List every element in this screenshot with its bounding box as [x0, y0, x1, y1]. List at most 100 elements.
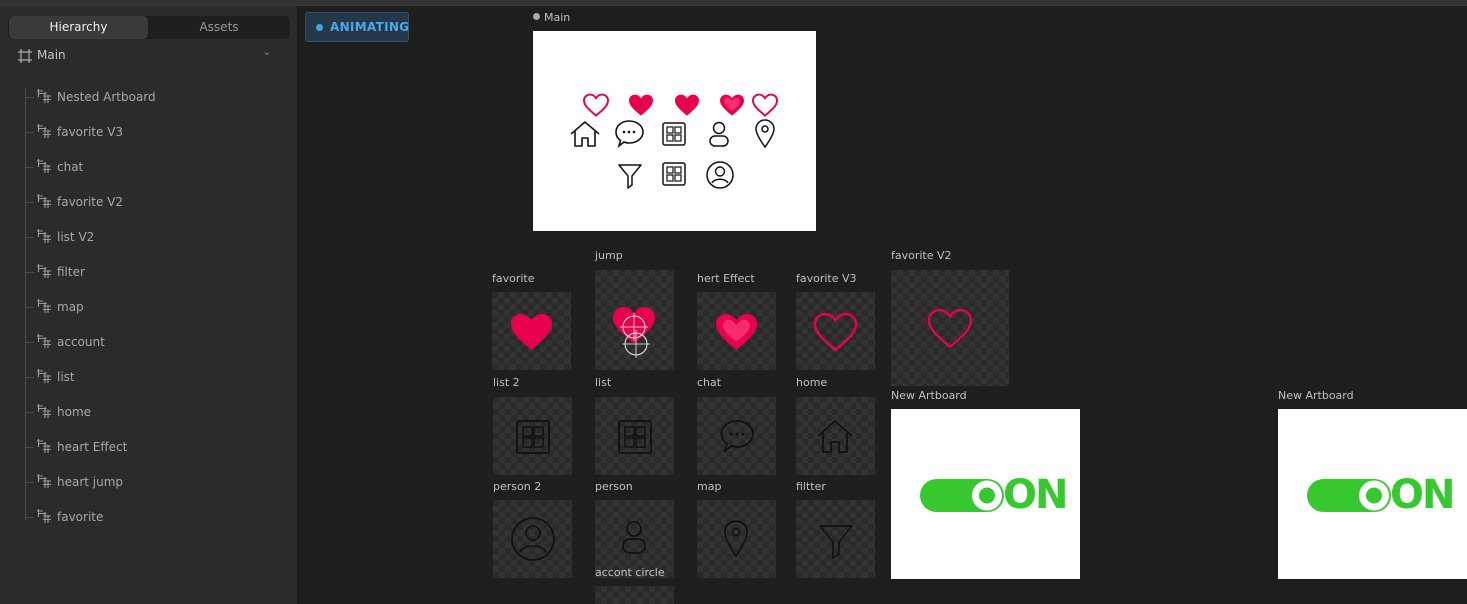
artboard-favorite[interactable]: [492, 292, 571, 370]
tree-item[interactable]: favorite V2: [25, 193, 275, 211]
nested-artboard-icon: [36, 368, 52, 384]
tree-item-label: chat: [57, 160, 84, 174]
animating-button[interactable]: ANIMATING: [305, 12, 409, 42]
chat-icon: [615, 120, 644, 149]
artboard-chat[interactable]: [697, 397, 776, 475]
nested-artboard-icon: [36, 438, 52, 454]
heart-filled-icon: [511, 314, 552, 350]
tree-item-label: Nested Artboard: [57, 90, 156, 104]
tree-item[interactable]: account: [25, 333, 275, 351]
heart-filled-icon: [629, 94, 653, 116]
tree-item[interactable]: heart jump: [25, 473, 275, 491]
tree-connector: [25, 97, 34, 98]
tree-item[interactable]: list V2: [25, 228, 275, 246]
tab-hierarchy[interactable]: Hierarchy: [9, 16, 148, 39]
nested-artboard-icon: [36, 508, 52, 524]
tree-item[interactable]: home: [25, 403, 275, 421]
artboard-label-list-2[interactable]: list 2: [493, 376, 520, 389]
tree-connector: [25, 517, 34, 518]
tree-item-label: heart jump: [57, 475, 124, 489]
artboard-label-jump[interactable]: jump: [595, 249, 623, 262]
tree-item[interactable]: favorite: [25, 508, 275, 526]
status-dot-icon: [316, 24, 323, 31]
artboard-main[interactable]: [533, 31, 816, 231]
tree-connector: [25, 237, 34, 238]
heart-outline-icon: [927, 308, 973, 349]
nested-artboard-icon: [36, 193, 52, 209]
artboard-new-artboard[interactable]: ON: [891, 409, 1080, 579]
artboard-label-new-artboard-2[interactable]: New Artboard: [1278, 389, 1354, 402]
heart-effect-icon: [716, 314, 757, 350]
artboard-label-map[interactable]: map: [697, 480, 721, 493]
artboard-list-2[interactable]: [493, 397, 572, 475]
tree-item[interactable]: map: [25, 298, 275, 316]
tree-item[interactable]: filter: [25, 263, 275, 281]
nested-artboard-icon: [36, 403, 52, 419]
tree-item-label: account: [57, 335, 105, 349]
artboard-label-favorite-v2[interactable]: favorite V2: [891, 249, 952, 262]
artboard-label-favorite-v3[interactable]: favorite V3: [796, 272, 857, 285]
artboard-jump[interactable]: [595, 270, 674, 370]
tree-item-label: filter: [57, 265, 85, 279]
tree-item-label: favorite V2: [57, 195, 124, 209]
artboard-list[interactable]: [595, 397, 674, 475]
tree-item[interactable]: favorite V3: [25, 123, 275, 141]
heart-outline-icon: [813, 312, 858, 352]
tree-item[interactable]: Nested Artboard: [25, 88, 275, 106]
artboard-label-filtter[interactable]: filtter: [796, 480, 826, 493]
artboard-home[interactable]: [796, 397, 875, 475]
nested-artboard-icon: [36, 123, 52, 139]
tab-assets[interactable]: Assets: [149, 16, 289, 39]
artboard-label-main[interactable]: Main: [544, 11, 570, 24]
artboard-hert-effect[interactable]: [697, 292, 776, 370]
artboard-label-favorite[interactable]: favorite: [492, 272, 535, 285]
artboard-label-list[interactable]: list: [595, 376, 611, 389]
artboard-label-person-2[interactable]: person 2: [493, 480, 541, 493]
artboard-status-dot-icon: [533, 13, 540, 20]
artboard-label-hert-effect[interactable]: hert Effect: [697, 272, 755, 285]
tree-connector: [25, 167, 34, 168]
artboard-favorite-v2[interactable]: [891, 270, 1009, 386]
tree-item-label: list: [57, 370, 75, 384]
tree-connector: [25, 342, 34, 343]
account-circle-icon: [511, 517, 555, 561]
nested-artboard-icon: [36, 88, 52, 104]
filter-icon: [618, 164, 642, 189]
toggle-on-graphic: ON: [920, 472, 1068, 518]
tree-item-label: map: [57, 300, 84, 314]
tree-connector: [25, 447, 34, 448]
artboard-label-new-artboard[interactable]: New Artboard: [891, 389, 967, 402]
nested-artboard-icon: [36, 298, 52, 314]
artboard-person-2[interactable]: [493, 500, 572, 578]
tree-connector: [25, 307, 34, 308]
tree-item[interactable]: chat: [25, 158, 275, 176]
heart-filled-icon: [675, 94, 699, 116]
person-icon: [709, 121, 729, 147]
animating-label: ANIMATING: [330, 20, 410, 34]
grid-list-icon: [516, 420, 550, 454]
filter-icon: [819, 525, 853, 559]
panel-tabs: Hierarchy Assets: [8, 16, 290, 39]
account-circle-icon: [706, 161, 734, 189]
nested-artboard-icon: [36, 158, 52, 174]
artboard-new-artboard-2[interactable]: ON: [1278, 409, 1467, 579]
grid-list-icon: [662, 162, 686, 186]
artboard-label-chat[interactable]: chat: [697, 376, 721, 389]
tree-item[interactable]: heart Effect: [25, 438, 275, 456]
artboard-filtter[interactable]: [796, 500, 875, 578]
artboard-label-person[interactable]: person: [595, 480, 633, 493]
tree-root-label: Main: [37, 48, 66, 62]
artboard-label-home[interactable]: home: [796, 376, 827, 389]
grid-list-icon: [662, 122, 686, 146]
heart-outline-icon: [583, 93, 609, 117]
toggle-on-label: ON: [1003, 472, 1068, 518]
tree-connector: [25, 377, 34, 378]
artboard-label-accont-circle[interactable]: accont circle: [595, 566, 665, 579]
artboard-favorite-v3[interactable]: [796, 292, 875, 370]
artboard-map[interactable]: [697, 500, 776, 578]
tree-item-label: list V2: [57, 230, 95, 244]
tree-root-main[interactable]: Main ⌄: [17, 47, 277, 65]
artboard-accont-circle[interactable]: [595, 586, 674, 604]
chevron-down-icon[interactable]: ⌄: [263, 47, 271, 58]
tree-item[interactable]: list: [25, 368, 275, 386]
